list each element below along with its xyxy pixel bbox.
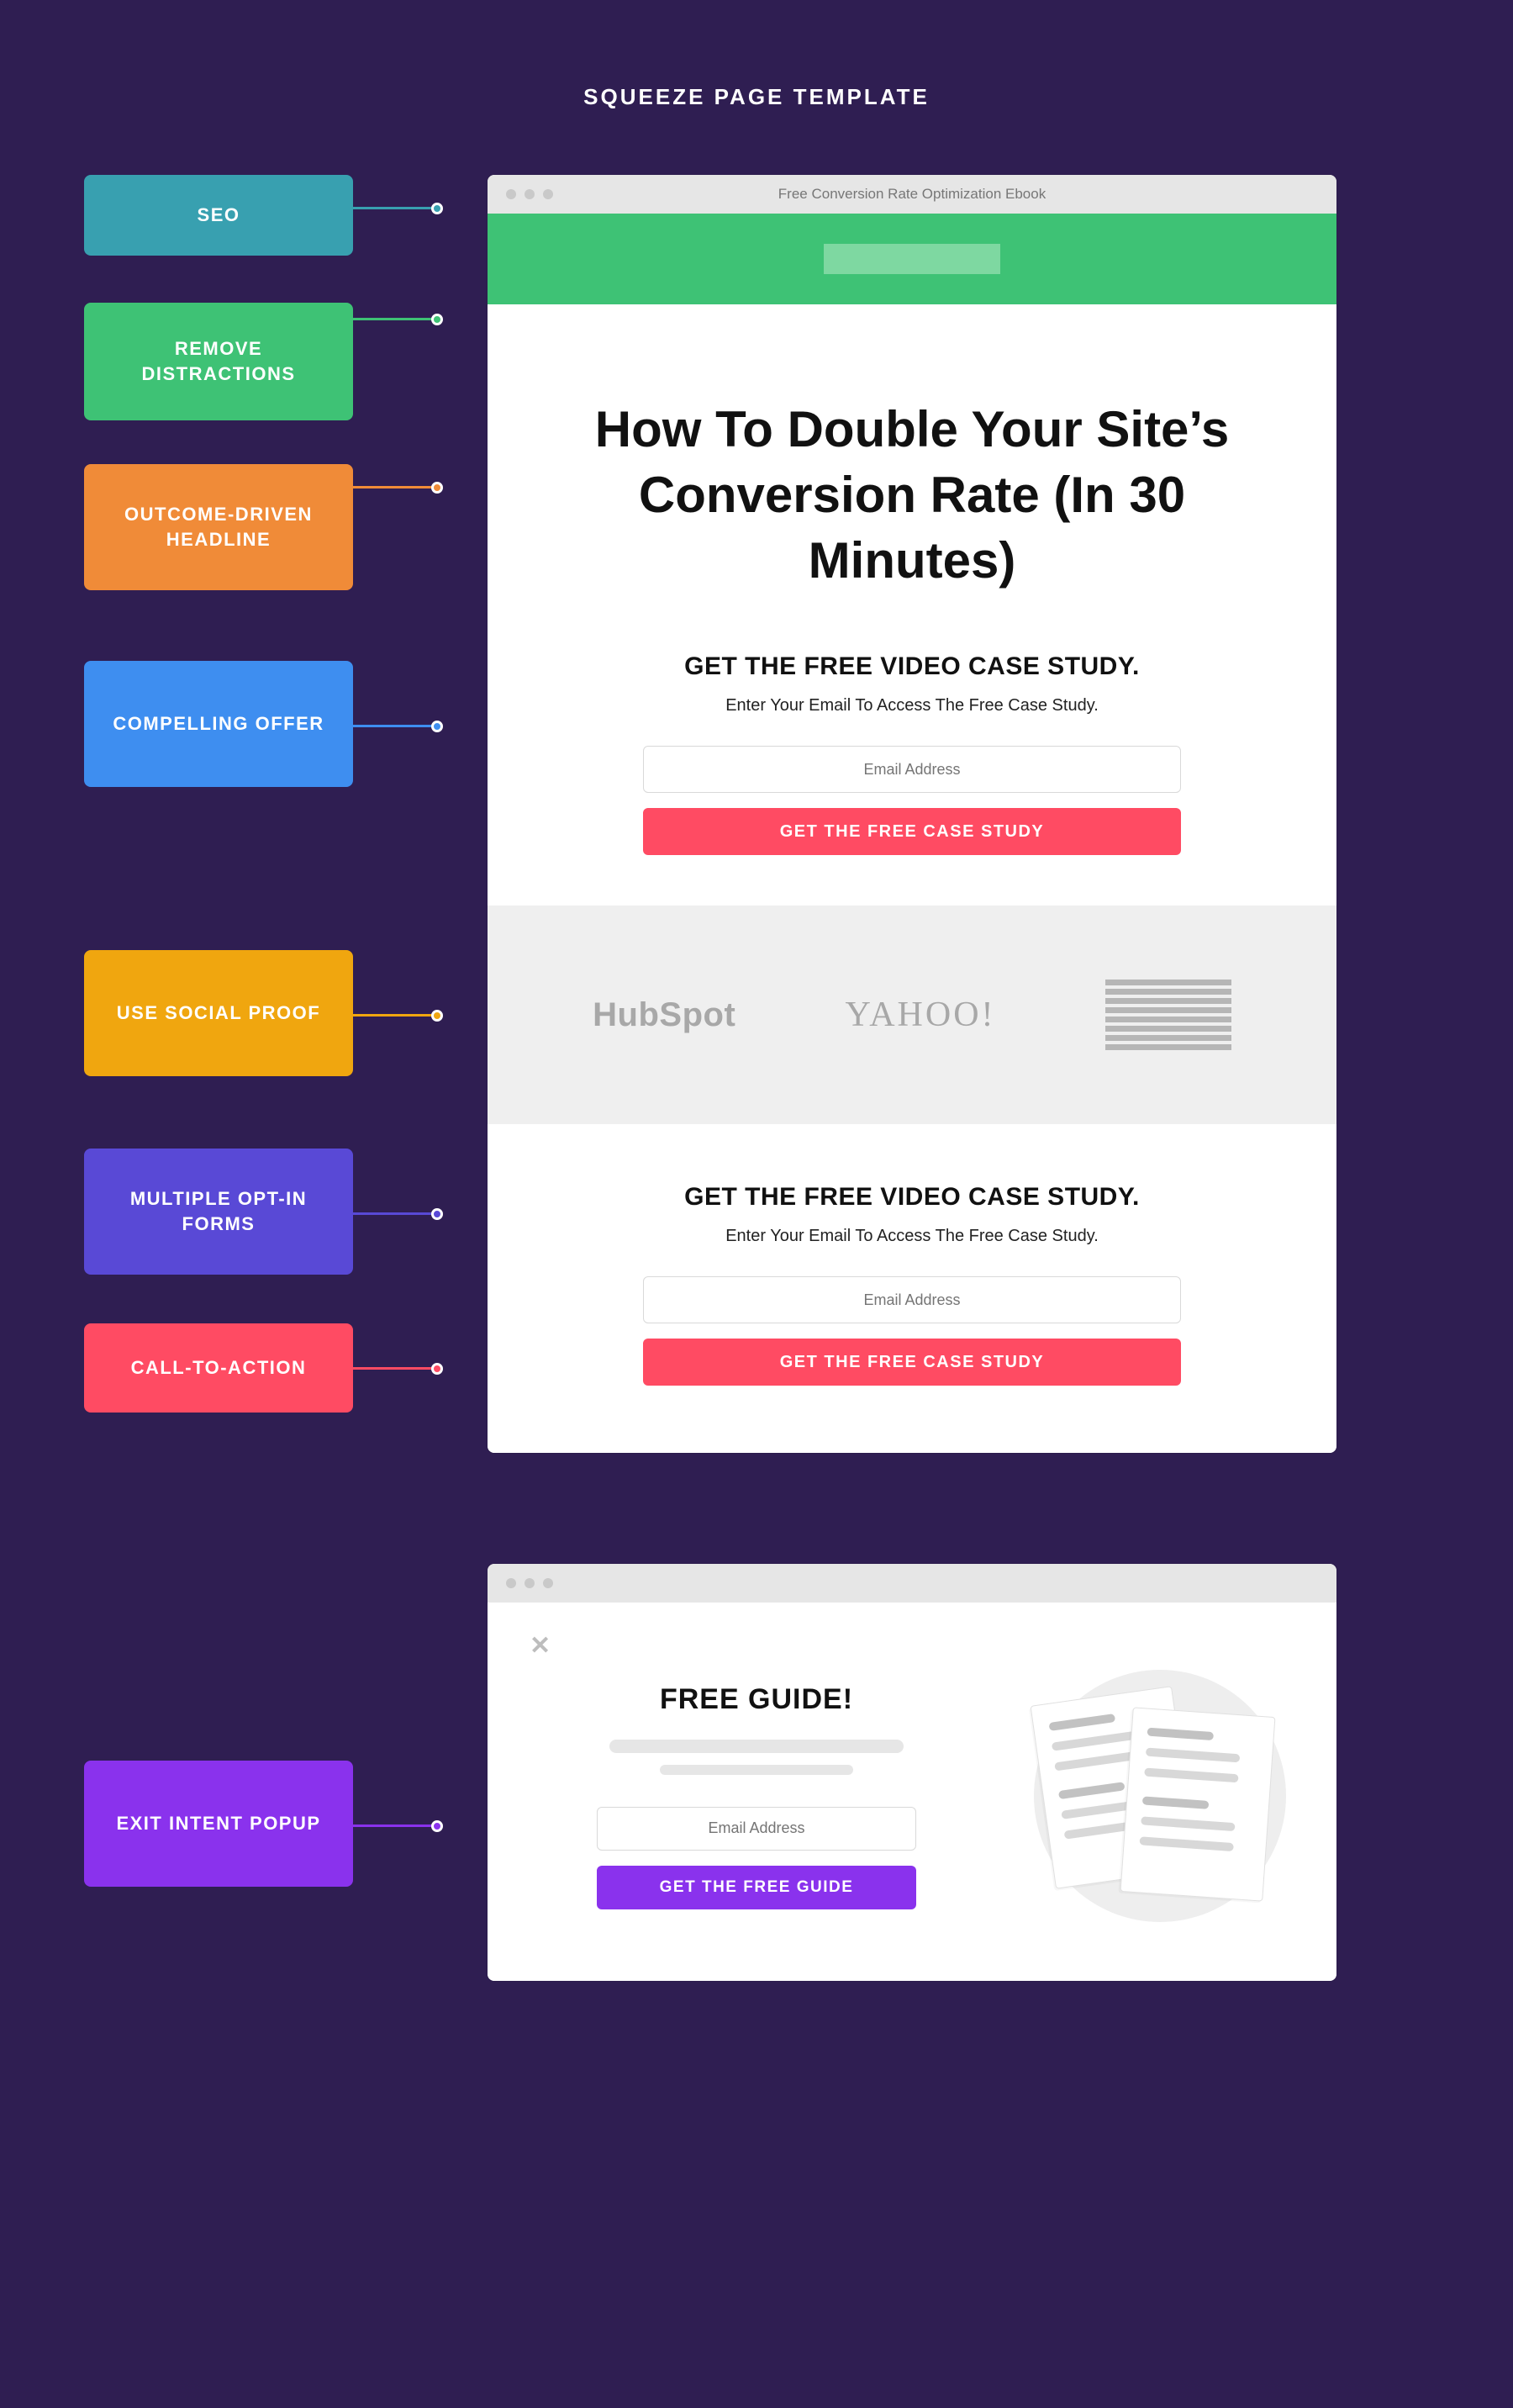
connector-seo — [353, 207, 437, 209]
connector-exit-intent — [353, 1824, 437, 1827]
document-icon — [1120, 1707, 1276, 1901]
annot-outcome-headline: OUTCOME-DRIVEN HEADLINE — [84, 464, 353, 590]
case-study-subtitle: Enter Your Email To Access The Free Case… — [555, 696, 1269, 716]
squeeze-page: How To Double Your Site’s Conversion Rat… — [488, 214, 1336, 1453]
dot-icon — [506, 189, 516, 199]
diagram-title: SQUEEZE PAGE TEMPLATE — [0, 84, 1513, 110]
dot-icon — [525, 189, 535, 199]
dot-icon — [506, 1578, 516, 1588]
browser-titlebar: Free Conversion Rate Optimization Ebook — [488, 175, 1336, 214]
connector-social-proof — [353, 1014, 437, 1017]
optin-form-bottom: GET THE FREE VIDEO CASE STUDY. Enter You… — [488, 1124, 1336, 1453]
close-icon[interactable]: ✕ — [530, 1631, 551, 1661]
annot-multiple-optin: MULTIPLE OPT-IN FORMS — [84, 1149, 353, 1275]
main-browser-window: Free Conversion Rate Optimization Ebook … — [488, 175, 1336, 1453]
connector-remove-distractions — [353, 318, 437, 320]
annot-remove-distractions: REMOVE DISTRACTIONS — [84, 303, 353, 420]
popup-cta-button[interactable]: GET THE FREE GUIDE — [597, 1866, 916, 1909]
annot-compelling-offer: COMPELLING OFFER — [84, 661, 353, 787]
traffic-light-icons — [506, 1578, 553, 1588]
case-study-title: GET THE FREE VIDEO CASE STUDY. — [555, 652, 1269, 681]
connector-multiple-optin — [353, 1212, 437, 1215]
popup-titlebar — [488, 1564, 1336, 1603]
annot-exit-intent: EXIT INTENT POPUP — [84, 1761, 353, 1887]
dot-icon — [543, 189, 553, 199]
optin-form-top: GET THE FREE VIDEO CASE STUDY. Enter You… — [488, 644, 1336, 906]
social-proof-section: HubSpot YAHOO! — [488, 906, 1336, 1124]
annot-cta: CALL-TO-ACTION — [84, 1323, 353, 1413]
email-input-top[interactable] — [643, 746, 1181, 793]
browser-tab-title: Free Conversion Rate Optimization Ebook — [488, 186, 1336, 203]
cta-button-bottom[interactable]: GET THE FREE CASE STUDY — [643, 1339, 1181, 1386]
connector-outcome-headline — [353, 486, 437, 488]
top-header-bar — [488, 214, 1336, 304]
connector-compelling-offer — [353, 725, 437, 727]
popup-illustration — [1009, 1661, 1294, 1930]
logo-placeholder — [824, 244, 1000, 274]
cta-button-top[interactable]: GET THE FREE CASE STUDY — [643, 808, 1181, 855]
case-study-subtitle-2: Enter Your Email To Access The Free Case… — [555, 1227, 1269, 1246]
dot-icon — [543, 1578, 553, 1588]
placeholder-line — [609, 1740, 904, 1753]
logo-yahoo: YAHOO! — [846, 995, 996, 1035]
hero-section: How To Double Your Site’s Conversion Rat… — [488, 304, 1336, 644]
placeholder-line — [660, 1765, 853, 1775]
dot-icon — [525, 1578, 535, 1588]
traffic-light-icons — [506, 189, 553, 199]
headline: How To Double Your Site’s Conversion Rat… — [593, 397, 1231, 594]
annot-seo: SEO — [84, 175, 353, 256]
popup-browser-window: ✕ FREE GUIDE! GET THE FREE GUIDE — [488, 1564, 1336, 1981]
popup-email-input[interactable] — [597, 1807, 916, 1851]
logo-ibm — [1105, 980, 1231, 1050]
connector-cta — [353, 1367, 437, 1370]
exit-intent-popup: ✕ FREE GUIDE! GET THE FREE GUIDE — [488, 1603, 1336, 1981]
annot-social-proof: USE SOCIAL PROOF — [84, 950, 353, 1076]
popup-headline: FREE GUIDE! — [530, 1683, 983, 1716]
email-input-bottom[interactable] — [643, 1276, 1181, 1323]
logo-hubspot: HubSpot — [593, 996, 735, 1034]
case-study-title-2: GET THE FREE VIDEO CASE STUDY. — [555, 1183, 1269, 1212]
